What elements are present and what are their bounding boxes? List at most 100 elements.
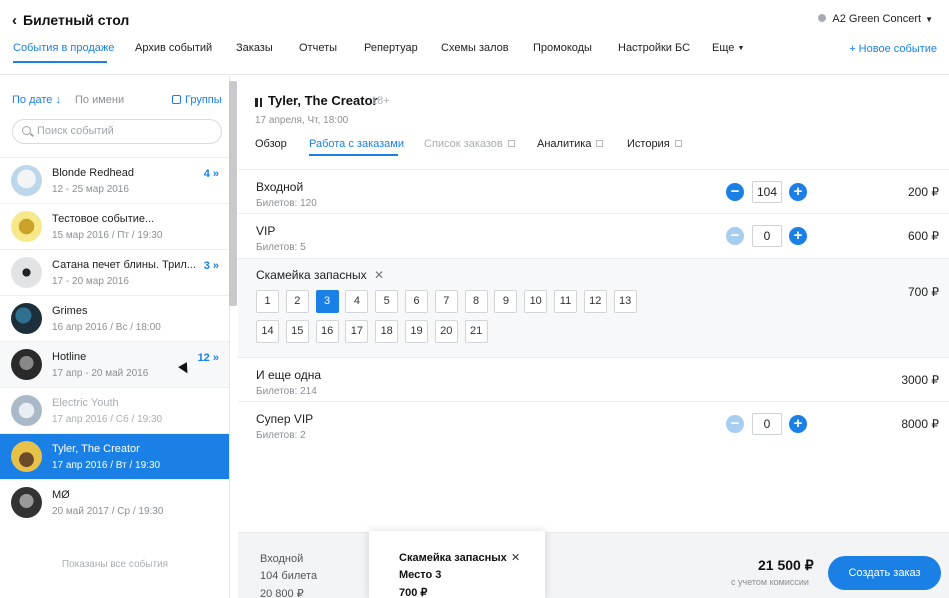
close-icon[interactable]: ✕ — [374, 268, 384, 282]
ticket-count: Билетов: 2 — [256, 430, 306, 441]
cart-item-price: 700 ₽ — [399, 587, 428, 598]
nav-archive[interactable]: Архив событий — [135, 42, 212, 54]
event-item-selected[interactable]: Tyler, The Creator 17 апр 2016 / Вт / 19… — [0, 433, 229, 479]
ticket-row: И еще одна Билетов: 214 3000 ₽ — [238, 358, 949, 402]
seat-button[interactable]: 9 — [494, 290, 518, 313]
nav-events-on-sale[interactable]: События в продаже — [13, 42, 114, 54]
nav-reports[interactable]: Отчеты — [299, 42, 337, 54]
tab-analytics-label: Аналитика — [537, 138, 592, 150]
event-datetime: 17 апреля, Чт, 18:00 — [255, 115, 349, 126]
seat-button[interactable]: 17 — [345, 320, 369, 343]
app-title: Билетный стол — [23, 12, 130, 28]
seat-button[interactable]: 5 — [375, 290, 399, 313]
external-link-icon — [596, 140, 604, 147]
nav-more-label: Еще — [712, 42, 735, 54]
seat-button[interactable]: 20 — [434, 320, 458, 343]
new-event-button[interactable]: + Новое событие — [849, 43, 937, 55]
event-item[interactable]: Electric Youth 17 апр 2016 / Сб / 19:30 — [0, 387, 229, 433]
nav-settings[interactable]: Настройки БС — [618, 42, 690, 54]
nav-orders[interactable]: Заказы — [236, 42, 273, 54]
checkbox-icon — [172, 95, 181, 104]
event-count: 4 — [203, 168, 210, 180]
order-summary-bar: Входной 104 билета 20 800 ₽ 21 500 ₽ с у… — [238, 532, 949, 598]
event-avatar — [11, 303, 42, 334]
event-count-badge[interactable]: 4 » — [204, 168, 219, 180]
seat-button[interactable]: 14 — [256, 320, 279, 343]
event-item[interactable]: Hotline 17 апр - 20 май 2016 12 » — [0, 341, 229, 387]
ticket-price: 8000 ₽ — [901, 417, 939, 431]
seat-button[interactable]: 7 — [434, 290, 458, 313]
back-button[interactable]: ‹ Билетный стол — [12, 12, 129, 29]
quantity-input[interactable]: 104 — [752, 181, 782, 203]
event-item[interactable]: Сатана печет блины. Трил... 17 - 20 мар … — [0, 249, 229, 295]
seat-button[interactable]: 4 — [345, 290, 369, 313]
pause-icon[interactable] — [255, 96, 264, 110]
plus-button[interactable]: + — [789, 227, 807, 245]
ticket-row-seated: Скамейка запасных ✕ 700 ₽ 1 2 3 4 5 6 7 8 9 10 11 1… — [238, 259, 949, 358]
plus-button[interactable]: + — [789, 415, 807, 433]
sidebar-scrollbar[interactable] — [229, 81, 237, 306]
double-chevron-right-icon: » — [212, 352, 219, 364]
event-item[interactable]: Grimes 16 апр 2016 / Вс / 18:00 — [0, 295, 229, 341]
seat-button[interactable]: 13 — [613, 290, 637, 313]
create-order-button[interactable]: Создать заказ — [828, 556, 941, 590]
search-input[interactable]: Поиск событий — [12, 119, 222, 144]
quantity-input[interactable]: 0 — [752, 225, 782, 247]
quantity-input[interactable]: 0 — [752, 413, 782, 435]
tab-orders-list[interactable]: Список заказов — [424, 138, 515, 150]
tab-orders-list-label: Список заказов — [424, 138, 503, 150]
external-link-icon — [507, 140, 515, 147]
event-count-badge[interactable]: 12 » — [198, 352, 219, 364]
ticket-count: Билетов: 120 — [256, 198, 317, 209]
nav-hall-schemes[interactable]: Схемы залов — [441, 42, 509, 54]
sort-by-date[interactable]: По дате ↓ — [12, 94, 61, 106]
seat-button[interactable]: 21 — [464, 320, 488, 343]
event-item[interactable]: MØ 20 май 2017 / Ср / 19:30 — [0, 479, 229, 525]
event-count: 3 — [203, 260, 210, 272]
app-header: ‹ Билетный стол A2 Green Concert ▼ События… — [0, 0, 949, 75]
event-title: Сатана печет блины. Трил... — [52, 259, 196, 271]
seat-button[interactable]: 18 — [375, 320, 399, 343]
seat-button[interactable]: 19 — [405, 320, 428, 343]
event-avatar — [11, 441, 42, 472]
seat-button[interactable]: 16 — [315, 320, 339, 343]
minus-button[interactable]: − — [726, 415, 744, 433]
ticket-name: VIP — [256, 224, 276, 238]
seat-button[interactable]: 8 — [464, 290, 488, 313]
summary-ticket-sum: 20 800 ₽ — [260, 588, 304, 598]
seat-button-selected[interactable]: 3 — [315, 290, 339, 313]
minus-button[interactable]: − — [726, 183, 744, 201]
nav-more[interactable]: Еще ▼ — [712, 42, 744, 54]
seat-button[interactable]: 6 — [405, 290, 428, 313]
seat-button[interactable]: 10 — [524, 290, 548, 313]
event-title: Hotline — [52, 351, 87, 363]
search-icon — [22, 126, 31, 135]
total-note: с учетом комиссии — [731, 577, 809, 587]
seat-button[interactable]: 1 — [256, 290, 279, 313]
event-item[interactable]: Тестовое событие... 15 мар 2016 / Пт / 1… — [0, 203, 229, 249]
plus-button[interactable]: + — [789, 183, 807, 201]
event-title: Blonde Redhead — [52, 167, 134, 179]
seat-button[interactable]: 12 — [583, 290, 607, 313]
tab-history[interactable]: История — [627, 138, 682, 150]
tab-analytics[interactable]: Аналитика — [537, 138, 604, 150]
event-item[interactable]: Blonde Redhead 12 - 25 мар 2016 4 » — [0, 157, 229, 203]
org-switcher[interactable]: A2 Green Concert ▼ — [818, 13, 933, 25]
nav-promocodes[interactable]: Промокоды — [533, 42, 592, 54]
tab-orders-work[interactable]: Работа с заказами — [309, 138, 404, 150]
minus-button[interactable]: − — [726, 227, 744, 245]
event-count-badge[interactable]: 3 » — [204, 260, 219, 272]
tab-overview[interactable]: Обзор — [255, 138, 287, 150]
sort-by-name[interactable]: По имени — [75, 94, 124, 106]
summary-ticket-qty: 104 билета — [260, 570, 318, 582]
seat-button[interactable]: 15 — [285, 320, 309, 343]
arrow-down-icon: ↓ — [55, 94, 61, 106]
seat-button[interactable]: 11 — [554, 290, 577, 313]
remove-item-icon[interactable]: ✕ — [511, 551, 520, 564]
age-rating: 18+ — [371, 95, 390, 107]
ticket-count: Билетов: 214 — [256, 386, 317, 397]
nav-repertoire[interactable]: Репертуар — [364, 42, 418, 54]
groups-toggle[interactable]: Группы — [172, 94, 222, 106]
seat-button[interactable]: 2 — [285, 290, 309, 313]
groups-label: Группы — [185, 94, 222, 106]
